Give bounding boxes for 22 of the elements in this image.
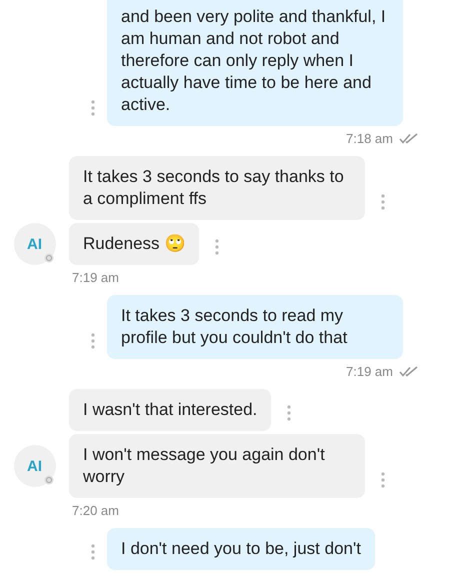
more-options-icon[interactable] (91, 100, 95, 116)
more-options-icon[interactable] (381, 194, 385, 210)
message-bubble: It takes 3 seconds to read my profile but you couldn't do that (107, 295, 403, 359)
avatar[interactable]: AI (14, 223, 56, 265)
more-options-icon[interactable] (215, 239, 220, 255)
timestamp: 7:18 am (346, 131, 393, 146)
avatar[interactable]: AI (14, 445, 56, 487)
status-icon (44, 253, 54, 263)
status-icon (44, 475, 54, 485)
message-bubble: I don't need you to be, just don't (107, 528, 375, 570)
message-bubble: I wasn't that interested. (69, 389, 272, 431)
more-options-icon[interactable] (381, 472, 385, 488)
more-options-icon[interactable] (91, 544, 95, 560)
timestamp: 7:19 am (72, 270, 119, 285)
message-bubble: and been very polite and thankful, I am human and not robot and therefore can only reply when I actually have time to be here and active. (107, 0, 403, 126)
message-bubble: Rudeness 🙄 (69, 223, 200, 265)
message-bubble: I won't message you again don't worry (69, 434, 365, 498)
timestamp: 7:19 am (346, 364, 393, 379)
more-options-icon[interactable] (91, 333, 95, 349)
timestamp: 7:20 am (72, 503, 119, 518)
message-bubble: It takes 3 seconds to say thanks to a compliment ffs (69, 156, 365, 220)
more-options-icon[interactable] (287, 405, 292, 421)
